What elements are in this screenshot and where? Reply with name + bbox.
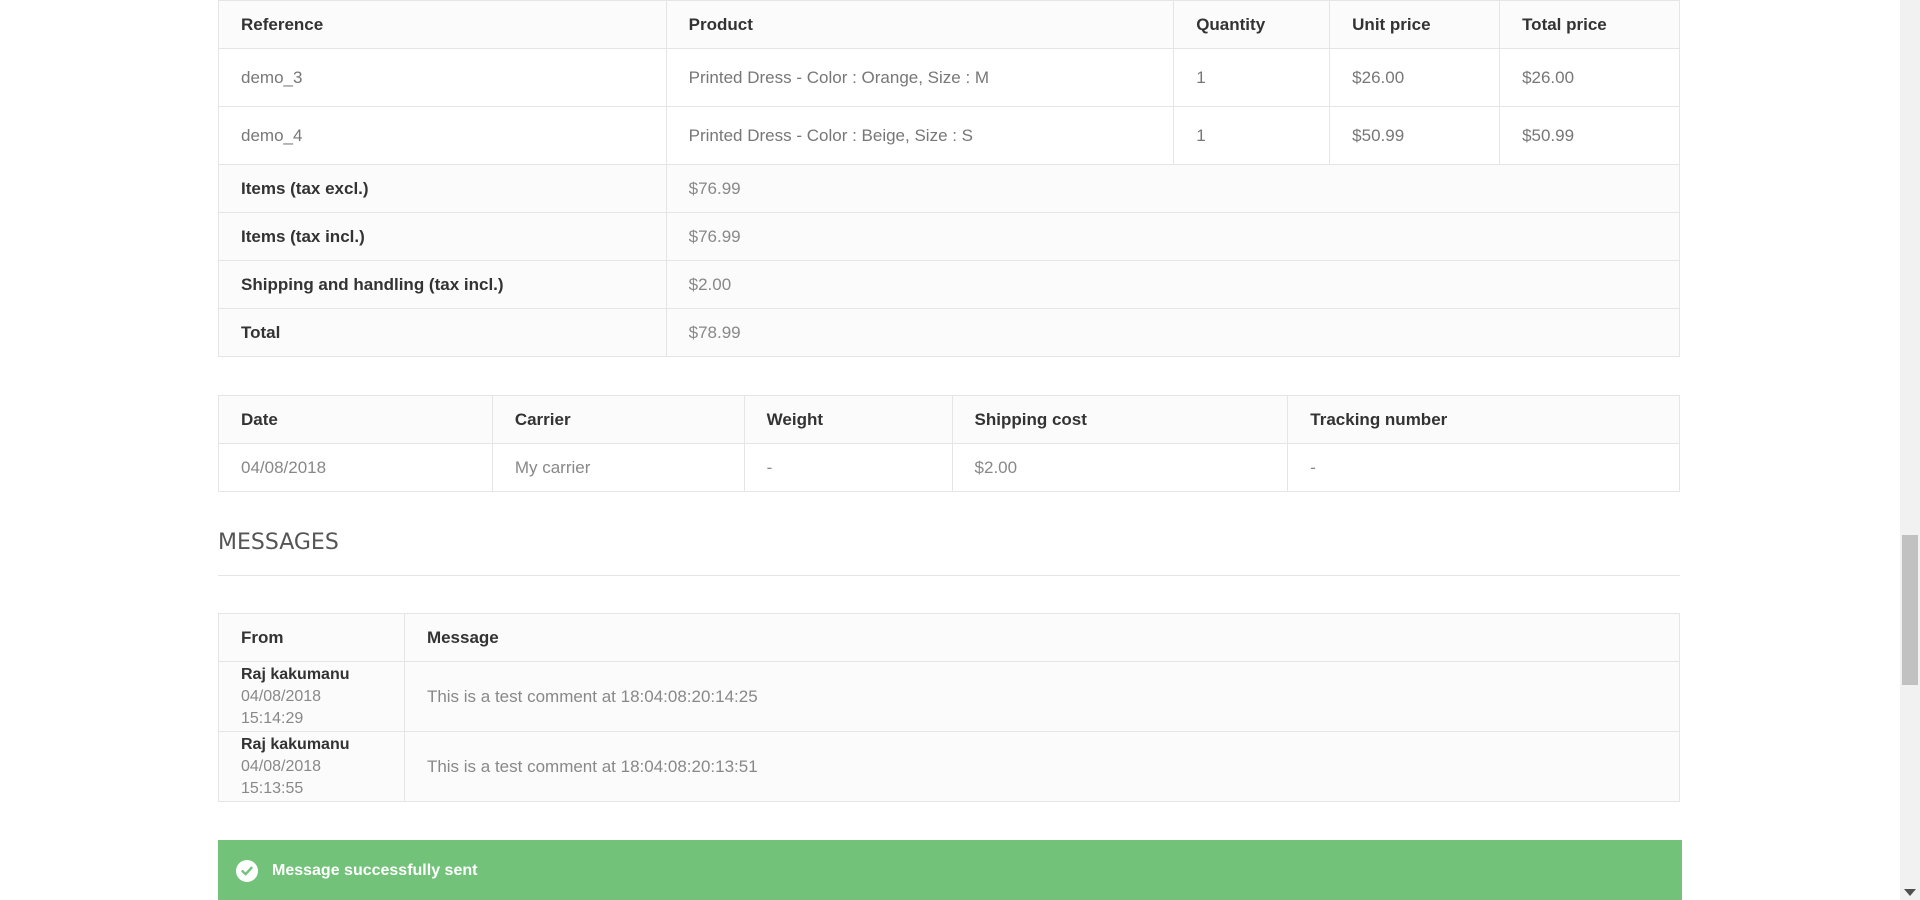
col-header-quantity: Quantity [1173,0,1331,49]
col-header-shipping-cost: Shipping cost [951,395,1289,444]
col-header-tracking-number: Tracking number [1287,395,1680,444]
col-header-weight: Weight [743,395,953,444]
message-text: This is a test comment at 18:04:08:20:13… [403,731,1681,802]
order-items-table: Reference Product Quantity Unit price To… [218,0,1681,357]
summary-value: $76.99 [665,164,1681,213]
page: Reference Product Quantity Unit price To… [0,0,1920,900]
order-items-header-row: Reference Product Quantity Unit price To… [218,0,1680,49]
summary-value: $78.99 [665,308,1681,357]
table-row: 04/08/2018 My carrier - $2.00 - [218,443,1680,492]
col-header-product: Product [665,0,1175,49]
scrollbar-thumb[interactable] [1902,535,1918,685]
message-from: Raj kakumanu 04/08/2018 15:14:29 [218,661,405,732]
messages-header-row: From Message [218,613,1681,662]
table-row: demo_4 Printed Dress - Color : Beige, Si… [218,106,1680,165]
summary-row-items-tax-excl: Items (tax excl.) $76.99 [218,164,1681,213]
summary-value: $76.99 [665,212,1681,261]
product-reference: demo_3 [218,48,667,107]
table-row: demo_3 Printed Dress - Color : Orange, S… [218,48,1680,107]
page-scrollbar[interactable] [1900,0,1920,900]
col-header-message: Message [403,613,1681,662]
product-reference: demo_4 [218,106,667,165]
product-unit-price: $50.99 [1329,106,1501,165]
col-header-carrier: Carrier [491,395,745,444]
table-row: Raj kakumanu 04/08/2018 15:13:55 This is… [218,731,1681,802]
message-text: This is a test comment at 18:04:08:20:14… [403,661,1681,732]
messages-table: From Message Raj kakumanu 04/08/2018 15:… [218,613,1681,802]
shipping-cost: $2.00 [951,443,1289,492]
col-header-total-price: Total price [1499,0,1680,49]
shipping-header-row: Date Carrier Weight Shipping cost Tracki… [218,395,1680,444]
summary-row-shipping: Shipping and handling (tax incl.) $2.00 [218,260,1681,309]
messages-section-title: MESSAGES [218,530,1680,576]
product-quantity: 1 [1173,48,1331,107]
col-header-reference: Reference [218,0,667,49]
product-name: Printed Dress - Color : Beige, Size : S [665,106,1175,165]
shipping-table: Date Carrier Weight Shipping cost Tracki… [218,395,1680,492]
message-date: 04/08/2018 15:13:55 [241,757,322,797]
shipping-weight: - [743,443,953,492]
order-details-content: Reference Product Quantity Unit price To… [218,0,1682,900]
summary-value: $2.00 [665,260,1681,309]
shipping-date: 04/08/2018 [218,443,493,492]
table-row: Raj kakumanu 04/08/2018 15:14:29 This is… [218,661,1681,732]
product-total-price: $50.99 [1499,106,1680,165]
success-alert-text: Message successfully sent [272,862,478,879]
scroll-down-arrow-icon[interactable] [1904,889,1916,896]
check-circle-icon [236,860,258,882]
product-quantity: 1 [1173,106,1331,165]
product-unit-price: $26.00 [1329,48,1501,107]
message-author: Raj kakumanu [241,665,350,683]
summary-row-total: Total $78.99 [218,308,1681,357]
col-header-unit-price: Unit price [1329,0,1501,49]
message-date: 04/08/2018 15:14:29 [241,687,322,727]
col-header-date: Date [218,395,493,444]
summary-label: Total [218,308,667,357]
shipping-tracking-number: - [1287,443,1680,492]
message-from: Raj kakumanu 04/08/2018 15:13:55 [218,731,405,802]
message-author: Raj kakumanu [241,735,350,753]
summary-label: Items (tax excl.) [218,164,667,213]
product-total-price: $26.00 [1499,48,1680,107]
summary-label: Shipping and handling (tax incl.) [218,260,667,309]
summary-label: Items (tax incl.) [218,212,667,261]
product-name: Printed Dress - Color : Orange, Size : M [665,48,1175,107]
col-header-from: From [218,613,405,662]
summary-row-items-tax-incl: Items (tax incl.) $76.99 [218,212,1681,261]
shipping-carrier: My carrier [491,443,745,492]
success-alert: Message successfully sent [218,840,1682,900]
